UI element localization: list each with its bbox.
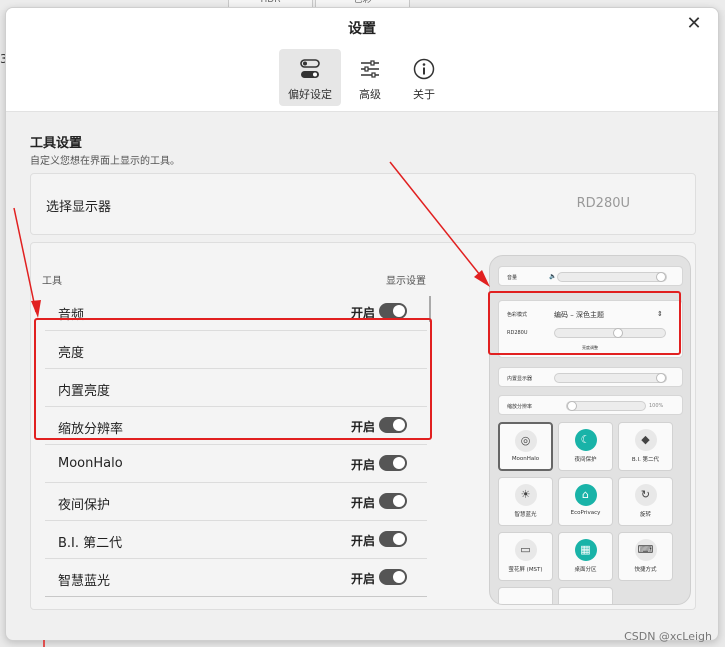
dialog-title: 设置 xyxy=(348,21,376,37)
tab-advanced[interactable]: 高级 xyxy=(339,49,401,106)
watermark: CSDN @xcLeigh xyxy=(624,630,712,643)
preview-scale-value: 100% xyxy=(649,403,664,409)
preview-tile-bi[interactable]: ◆ B.I. 第二代 xyxy=(618,422,673,471)
monitor-icon: ▭ xyxy=(514,539,537,561)
tool-row-moonhalo: MoonHalo 开启 xyxy=(45,445,427,483)
tool-name: 智慧蓝光 xyxy=(58,574,111,589)
preview-panel: 音量 🔈 色彩模式 编码 – 深色主题 ⇕ RD280U 亮度调整 内置显示器 … xyxy=(489,255,691,605)
preview-tile-ecoprivacy[interactable]: ⌂ EcoPrivacy xyxy=(558,477,613,526)
settings-dialog: 设置 ✕ 偏好设定 高级 关于 工具设置 自定义您想在界面上显示的工具。 选择显… xyxy=(5,7,719,641)
tool-row-bi-gen2: B.I. 第二代 开启 xyxy=(45,521,427,559)
tool-name: B.I. 第二代 xyxy=(58,536,123,551)
tool-row-night-protection: 夜间保护 开启 xyxy=(45,483,427,521)
preview-builtin-slider[interactable] xyxy=(554,373,667,383)
tile-label: 夜间保护 xyxy=(574,457,597,463)
preview-tile-smart-blue[interactable]: ☀ 智慧蓝光 xyxy=(498,477,553,526)
bi-gen2-toggle[interactable] xyxy=(379,531,407,547)
preview-volume-label: 音量 xyxy=(507,275,518,281)
tool-state: 开启 xyxy=(350,534,375,548)
preview-volume-card: 音量 🔈 xyxy=(498,266,683,286)
preview-monitor-name: RD280U xyxy=(507,330,528,336)
tile-label: 旋转 xyxy=(639,512,651,518)
tool-name: MoonHalo xyxy=(58,456,123,471)
tool-row-scaling: 缩放分辨率 开启 xyxy=(45,407,427,445)
section-subtitle: 自定义您想在界面上显示的工具。 xyxy=(30,156,180,167)
tab-advanced-label: 高级 xyxy=(359,88,381,101)
chevron-updown-icon: ⇕ xyxy=(657,310,663,318)
tool-row-audio: 音频 开启 xyxy=(45,293,427,331)
tool-state: 开启 xyxy=(350,420,375,434)
tile-label: 智慧蓝光 xyxy=(514,512,537,518)
list-scrollbar[interactable] xyxy=(429,296,431,322)
tool-row-brightness: 亮度 xyxy=(45,331,427,369)
preview-color-mode-value[interactable]: 编码 – 深色主题 xyxy=(554,310,604,320)
preview-tile-rotate[interactable]: ↻ 旋转 xyxy=(618,477,673,526)
preview-scale-card: 缩放分辨率 100% xyxy=(498,395,683,415)
rotate-icon: ↻ xyxy=(634,484,657,506)
monitor-selector-value: RD280U xyxy=(576,196,630,211)
preview-tile-desktop-partition[interactable]: ▦ 桌面分区 xyxy=(558,532,613,581)
tool-row-smart-blue-light: 智慧蓝光 开启 xyxy=(45,559,427,597)
preview-builtin-card: 内置显示器 xyxy=(498,367,683,387)
preview-builtin-label: 内置显示器 xyxy=(507,376,533,382)
preview-brightness-caption: 亮度调整 xyxy=(582,345,598,350)
tool-row-builtin-brightness: 内置亮度 xyxy=(45,369,427,407)
tool-state: 开启 xyxy=(350,458,375,472)
scaling-toggle[interactable] xyxy=(379,417,407,433)
eco-privacy-icon: ⌂ xyxy=(574,484,597,506)
preview-tile-partial xyxy=(498,587,553,604)
preview-tile-partial xyxy=(558,587,613,604)
tool-name: 亮度 xyxy=(58,346,85,361)
tool-state: 开启 xyxy=(350,572,375,586)
preview-color-mode-card: 色彩模式 编码 – 深色主题 ⇕ RD280U 亮度调整 xyxy=(498,300,683,358)
preview-tile-moonhalo[interactable]: ◎ MoonHalo xyxy=(498,422,553,471)
tab-about-label: 关于 xyxy=(413,88,435,101)
moonhalo-toggle[interactable] xyxy=(379,455,407,471)
info-icon xyxy=(413,58,435,80)
night-protection-toggle[interactable] xyxy=(379,493,407,509)
column-header-tool: 工具 xyxy=(42,276,62,287)
monitor-selector[interactable]: 选择显示器 RD280U xyxy=(30,173,696,235)
tile-label: 桌面分区 xyxy=(574,567,597,573)
column-header-display: 显示设置 xyxy=(386,276,426,287)
keyboard-icon: ⌨ xyxy=(634,539,657,561)
close-button[interactable]: ✕ xyxy=(684,14,704,34)
tile-label: MoonHalo xyxy=(511,456,540,462)
moonhalo-icon: ◎ xyxy=(514,430,537,452)
preview-color-mode-label: 色彩模式 xyxy=(507,312,528,318)
tab-preferences[interactable]: 偏好设定 xyxy=(279,49,341,106)
tool-name: 音频 xyxy=(58,308,85,323)
preview-scale-label: 缩放分辨率 xyxy=(507,404,533,410)
audio-toggle[interactable] xyxy=(379,303,407,319)
tool-name: 夜间保护 xyxy=(58,498,111,513)
bi-icon: ◆ xyxy=(634,429,657,451)
dialog-header: 设置 ✕ 偏好设定 高级 关于 xyxy=(6,8,718,112)
tool-name: 内置亮度 xyxy=(58,384,111,399)
preview-tile-night[interactable]: ☾ 夜间保护 xyxy=(558,422,613,471)
lightbulb-icon: ☀ xyxy=(514,484,537,506)
tab-preferences-label: 偏好设定 xyxy=(288,88,332,101)
preview-brightness-slider[interactable] xyxy=(554,328,666,338)
tile-label: 萤花屏 (MST) xyxy=(508,567,543,573)
partition-icon: ▦ xyxy=(574,539,597,561)
section-title: 工具设置 xyxy=(30,136,83,151)
tile-label: 快捷方式 xyxy=(634,567,657,573)
tab-about[interactable]: 关于 xyxy=(393,49,455,106)
preview-scale-slider[interactable] xyxy=(566,401,646,411)
toggles-icon xyxy=(300,59,320,78)
tool-state: 开启 xyxy=(350,496,375,510)
tool-state: 开启 xyxy=(350,306,375,320)
smart-blue-light-toggle[interactable] xyxy=(379,569,407,585)
speaker-icon: 🔈 xyxy=(549,273,557,280)
tool-name: 缩放分辨率 xyxy=(58,422,124,437)
preview-tile-shortcut[interactable]: ⌨ 快捷方式 xyxy=(618,532,673,581)
sliders-icon xyxy=(361,60,379,78)
preview-tile-mst[interactable]: ▭ 萤花屏 (MST) xyxy=(498,532,553,581)
monitor-selector-label: 选择显示器 xyxy=(46,200,112,215)
tile-label: B.I. 第二代 xyxy=(631,457,660,463)
preview-volume-slider[interactable] xyxy=(557,272,667,282)
night-protection-icon: ☾ xyxy=(574,429,597,451)
tile-label: EcoPrivacy xyxy=(570,510,601,516)
